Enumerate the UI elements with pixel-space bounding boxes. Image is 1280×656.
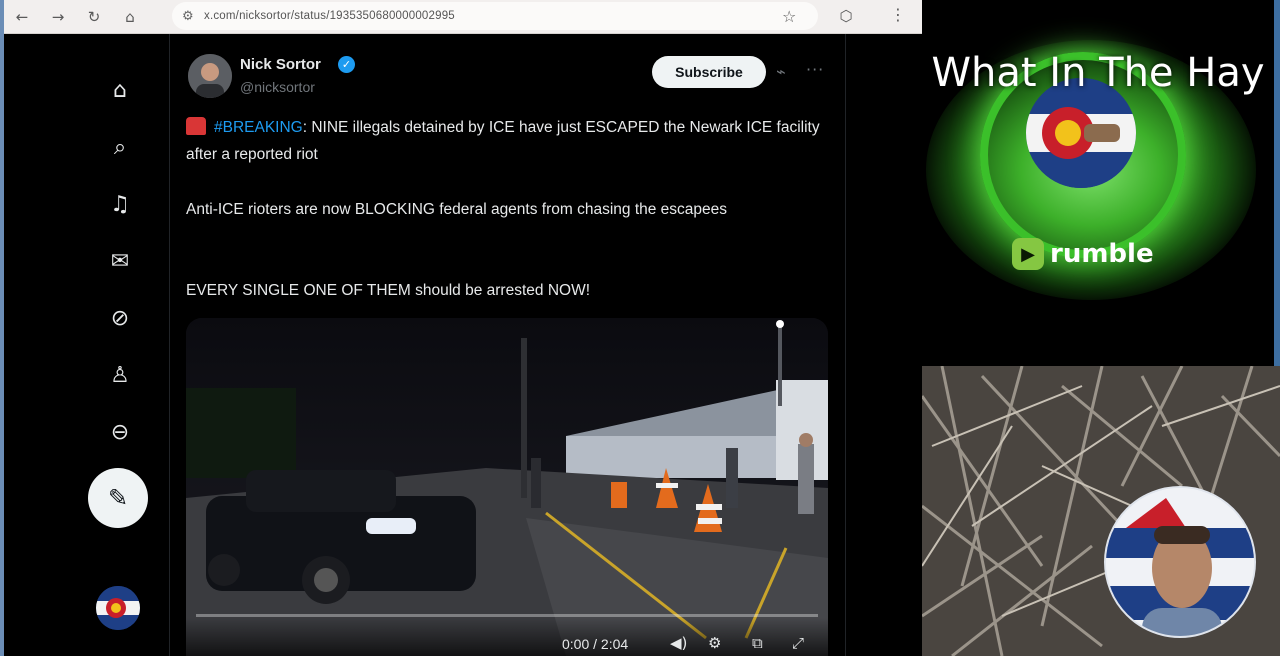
rumble-wordmark: rumble	[1050, 239, 1154, 269]
verified-badge-icon: ✓	[338, 56, 355, 73]
profile-nav-icon[interactable]: ♙	[104, 359, 136, 391]
site-settings-icon[interactable]: ⚙	[182, 9, 204, 24]
video-settings-icon[interactable]: ⚙	[708, 634, 721, 652]
rumble-play-icon: ▶	[1012, 238, 1044, 270]
tweet-text-paragraph-1: #BREAKING: NINE illegals detained by ICE…	[186, 114, 826, 168]
x-sidebar: ⌂ ⌕ ♫ ✉ ⊘ ♙ ⊖ ✎	[4, 34, 170, 656]
account-avatar[interactable]	[96, 586, 140, 630]
desktop-edge-right	[1274, 0, 1280, 366]
colorado-flag-avatar-image	[96, 586, 140, 630]
video-timestamp: 0:00 / 2:04	[562, 636, 629, 652]
author-name[interactable]: Nick Sortor	[240, 56, 321, 73]
grok-icon[interactable]: ⌁	[776, 62, 786, 81]
rumble-channel-panel: What In The Hay ▶ rumble	[922, 0, 1274, 366]
more-nav-icon[interactable]: ⊖	[104, 416, 136, 448]
grok-nav-icon[interactable]: ⊘	[104, 302, 136, 334]
video-controls-bar	[186, 618, 828, 656]
explore-nav-icon[interactable]: ⌕	[104, 131, 136, 163]
tweet-text-paragraph-2: Anti-ICE rioters are now BLOCKING federa…	[186, 201, 728, 218]
forward-icon[interactable]: →	[40, 2, 76, 32]
more-options-icon[interactable]: ···	[806, 60, 824, 79]
picture-in-picture-icon[interactable]: ⧉	[752, 634, 763, 652]
channel-title: What In The Hay	[931, 50, 1265, 96]
author-photo	[188, 54, 232, 98]
home-nav-icon[interactable]: ⌂	[104, 74, 136, 106]
browser-menu-icon[interactable]: ⋮	[890, 5, 906, 24]
tweet-text-paragraph-3: EVERY SINGLE ONE OF THEM should be arres…	[186, 282, 590, 299]
screen: ← → ↻ ⌂ ⚙ x.com/nicksortor/status/193535…	[0, 0, 1280, 656]
url-text[interactable]: x.com/nicksortor/status/1935350680000002…	[204, 10, 455, 22]
notifications-nav-icon[interactable]: ♫	[104, 188, 136, 220]
hashtag-link[interactable]: #BREAKING	[214, 119, 303, 136]
author-avatar[interactable]	[188, 54, 232, 98]
tweet-detail: Nick Sortor ✓ @nicksortor Subscribe ⌁ ··…	[170, 34, 846, 656]
reload-icon[interactable]: ↻	[76, 2, 112, 32]
rumble-logo: ▶ rumble	[1012, 238, 1154, 270]
author-handle[interactable]: @nicksortor	[240, 79, 315, 95]
home-icon[interactable]: ⌂	[112, 2, 148, 32]
streamer-webcam	[1104, 486, 1256, 638]
back-icon[interactable]: ←	[4, 2, 40, 32]
bookmark-star-icon[interactable]: ☆	[782, 7, 796, 26]
tweet-video[interactable]: 0:00 / 2:04 ◀) ⚙ ⧉ ⤢	[186, 318, 828, 656]
feather-icon: ✎	[107, 484, 129, 512]
siren-emoji-icon	[186, 117, 206, 135]
messages-nav-icon[interactable]: ✉	[104, 245, 136, 277]
subscribe-button[interactable]: Subscribe	[652, 56, 766, 88]
video-frame	[186, 318, 828, 656]
extensions-icon[interactable]: ⬡	[834, 5, 858, 27]
post-button[interactable]: ✎	[88, 468, 148, 528]
video-progress-bar[interactable]	[196, 614, 818, 617]
address-bar[interactable]: ⚙ x.com/nicksortor/status/19353506800000…	[172, 2, 818, 30]
webcam-panel	[922, 366, 1280, 656]
volume-icon[interactable]: ◀)	[670, 634, 687, 652]
browser-toolbar: ← → ↻ ⌂ ⚙ x.com/nicksortor/status/193535…	[4, 0, 922, 34]
fullscreen-icon[interactable]: ⤢	[792, 634, 804, 652]
streamer-face-image	[1106, 488, 1254, 636]
